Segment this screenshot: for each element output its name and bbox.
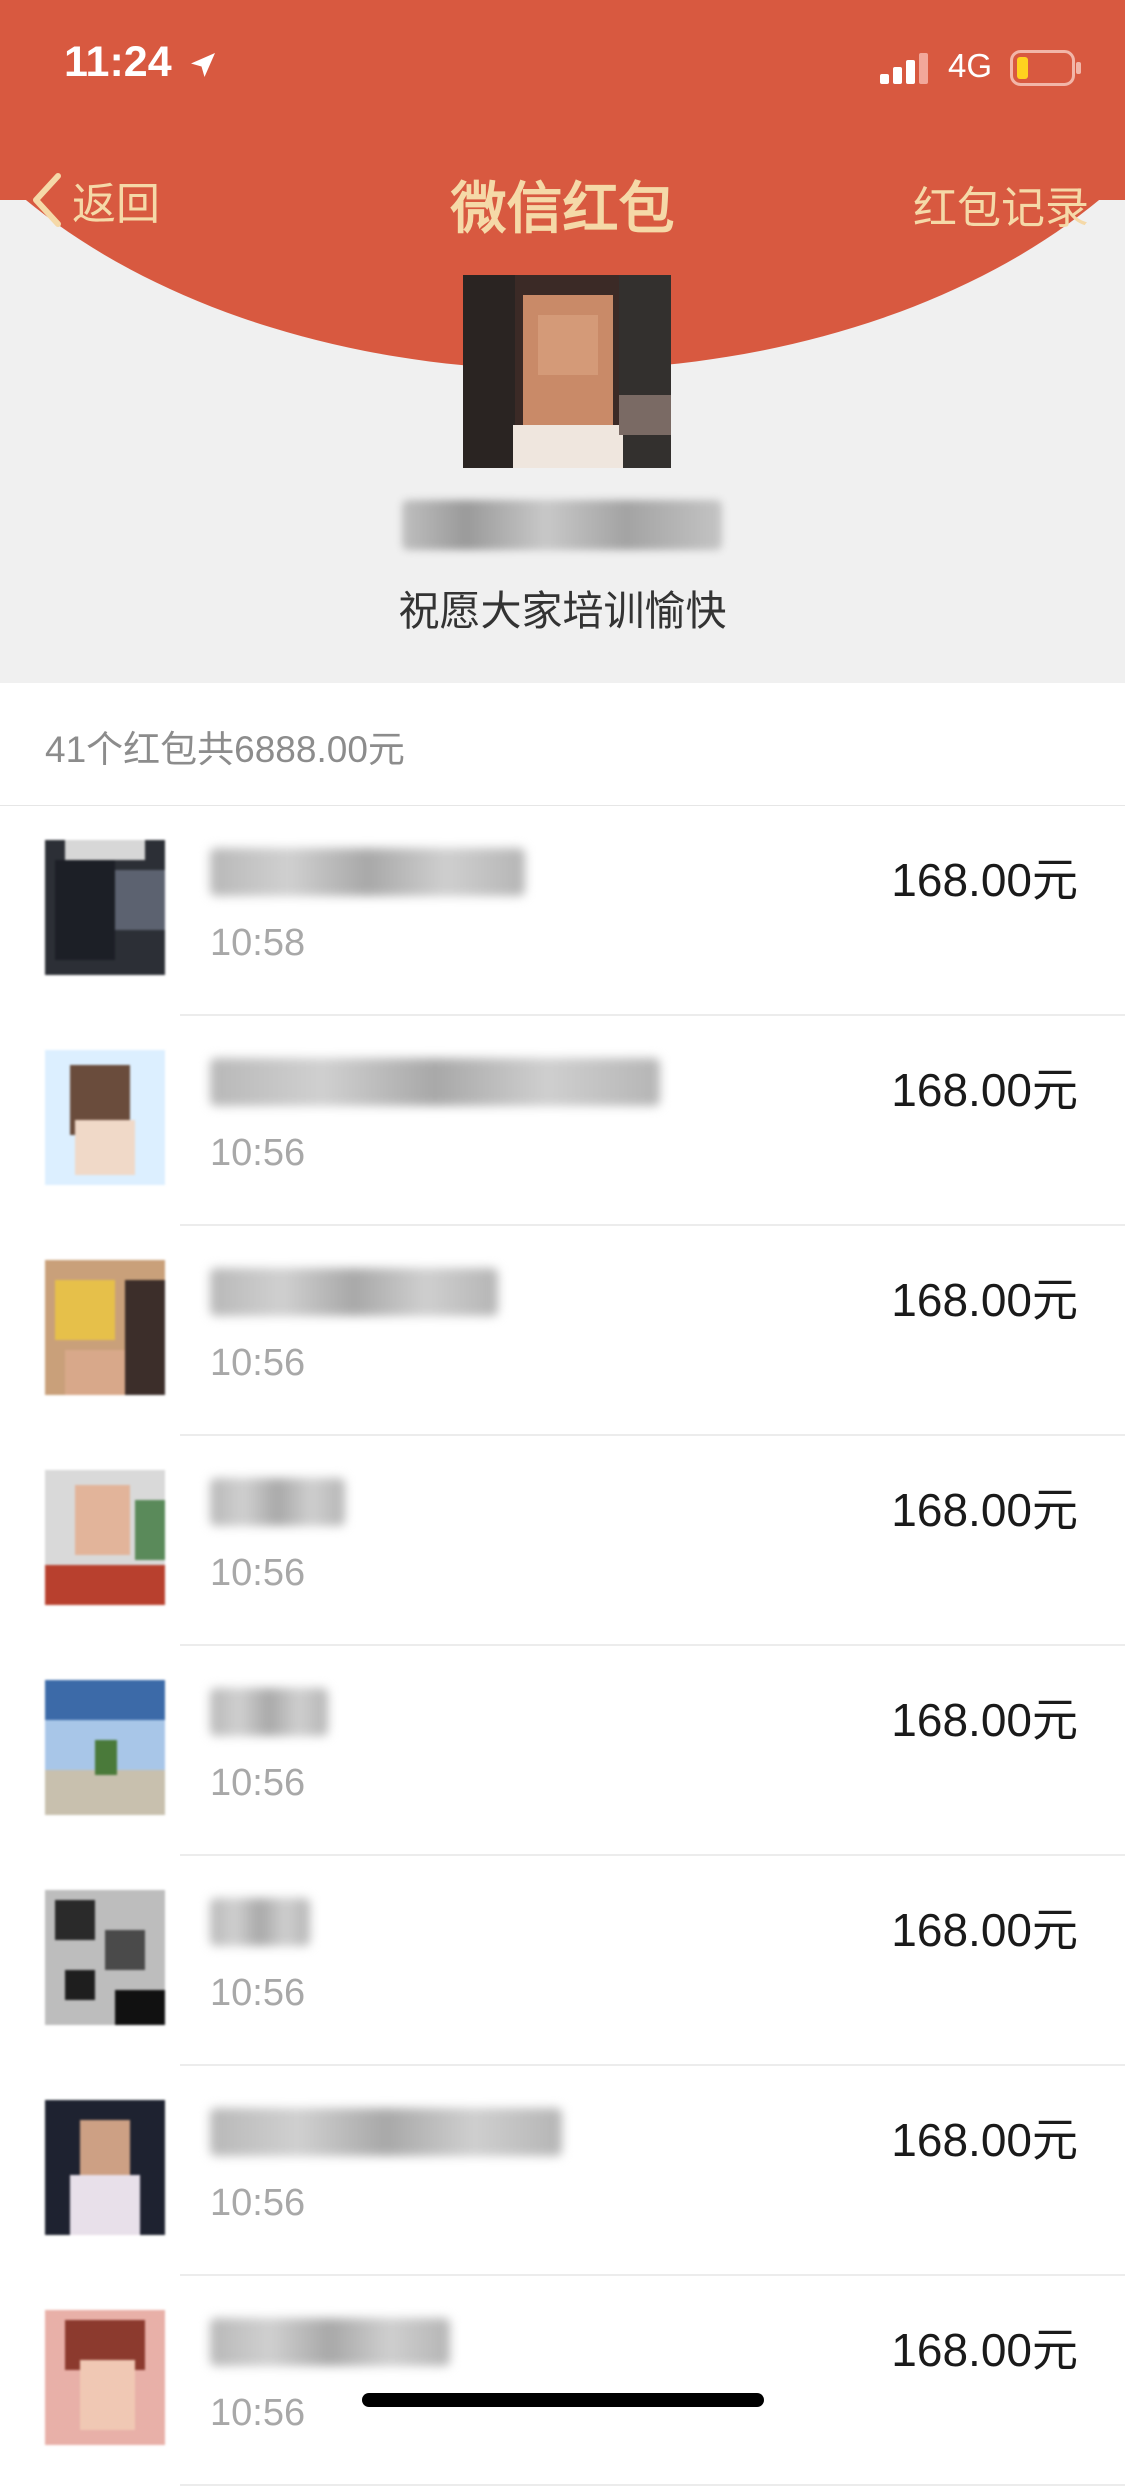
red-packet-header: 11:24 4G 返回 微信红包 红包记录 祝愿大家培训愉快 — [0, 0, 1125, 683]
record-time: 10:56 — [210, 1132, 306, 1174]
record-time: 10:56 — [210, 1342, 306, 1384]
list-item[interactable]: 10:56 168.00元 — [0, 2066, 1125, 2276]
location-arrow-icon — [191, 53, 215, 77]
list-item[interactable]: 10:56 168.00元 — [0, 1646, 1125, 1856]
battery-icon — [1010, 50, 1081, 86]
list-item[interactable]: 10:56 168.00元 — [0, 1856, 1125, 2066]
sender-avatar[interactable] — [463, 275, 671, 468]
record-time: 10:56 — [210, 2182, 306, 2224]
user-name — [210, 2108, 562, 2156]
user-name — [210, 1898, 310, 1946]
avatar — [45, 1680, 165, 1815]
home-indicator[interactable] — [362, 2393, 764, 2407]
record-time: 10:56 — [210, 1552, 306, 1594]
record-amount: 168.00元 — [891, 854, 1078, 906]
record-time: 10:56 — [210, 2392, 306, 2434]
record-amount: 168.00元 — [891, 1274, 1078, 1326]
status-bar: 11:24 4G — [0, 0, 1125, 140]
summary-text: 41个红包共6888.00元 — [45, 729, 405, 770]
avatar — [45, 2310, 165, 2445]
avatar — [45, 1470, 165, 1605]
record-amount: 168.00元 — [891, 1904, 1078, 1956]
blessing-text: 祝愿大家培训愉快 — [398, 588, 727, 634]
user-name — [210, 1058, 660, 1106]
user-name — [210, 1688, 328, 1736]
avatar — [45, 2100, 165, 2235]
list-item[interactable]: 10:56 168.00元 — [0, 1226, 1125, 1436]
status-time: 11:24 — [64, 38, 172, 86]
avatar — [45, 1890, 165, 2025]
avatar — [45, 1050, 165, 1185]
list-item[interactable]: 10:56 168.00元 — [0, 1016, 1125, 1226]
record-amount: 168.00元 — [891, 1064, 1078, 1116]
user-name — [210, 1268, 498, 1316]
avatar — [45, 1260, 165, 1395]
network-label: 4G — [948, 47, 993, 84]
record-amount: 168.00元 — [891, 1484, 1078, 1536]
record-amount: 168.00元 — [891, 1694, 1078, 1746]
red-packet-records-link[interactable]: 红包记录 — [913, 172, 1089, 236]
user-name — [210, 848, 525, 896]
cellular-signal-icon — [880, 53, 928, 84]
record-time: 10:56 — [210, 1762, 306, 1804]
user-name — [210, 1478, 345, 1526]
record-amount: 168.00元 — [891, 2114, 1078, 2166]
record-time: 10:56 — [210, 1972, 306, 2014]
record-list: 10:58 168.00元 10:56 168.00元 10:56 168.00… — [0, 806, 1125, 2486]
user-name — [210, 2318, 450, 2366]
avatar — [45, 840, 165, 975]
list-item[interactable]: 10:56 168.00元 — [0, 1436, 1125, 1646]
record-time: 10:58 — [210, 922, 306, 964]
record-amount: 168.00元 — [891, 2324, 1078, 2376]
list-item[interactable]: 10:58 168.00元 — [0, 806, 1125, 1016]
summary-row: 41个红包共6888.00元 — [0, 683, 1125, 807]
sender-name — [402, 500, 722, 550]
list-item[interactable]: 10:56 168.00元 — [0, 2276, 1125, 2486]
nav-bar: 返回 微信红包 红包记录 — [0, 150, 1125, 250]
